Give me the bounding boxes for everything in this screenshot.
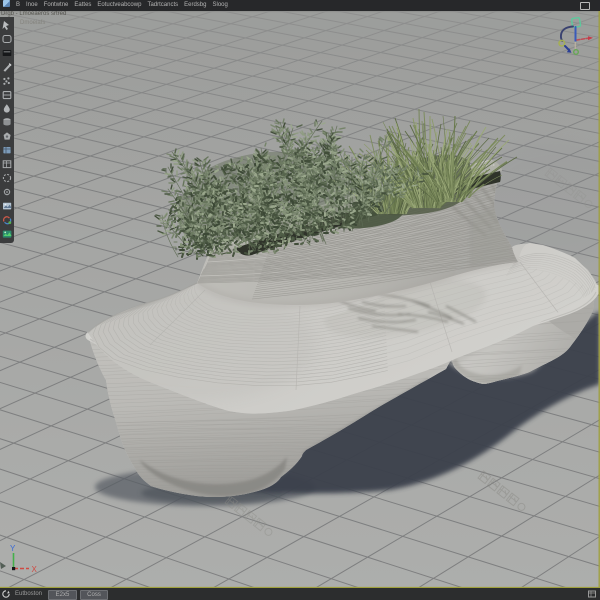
svg-text:X: X [32,565,38,574]
svg-text:Y: Y [10,544,16,553]
